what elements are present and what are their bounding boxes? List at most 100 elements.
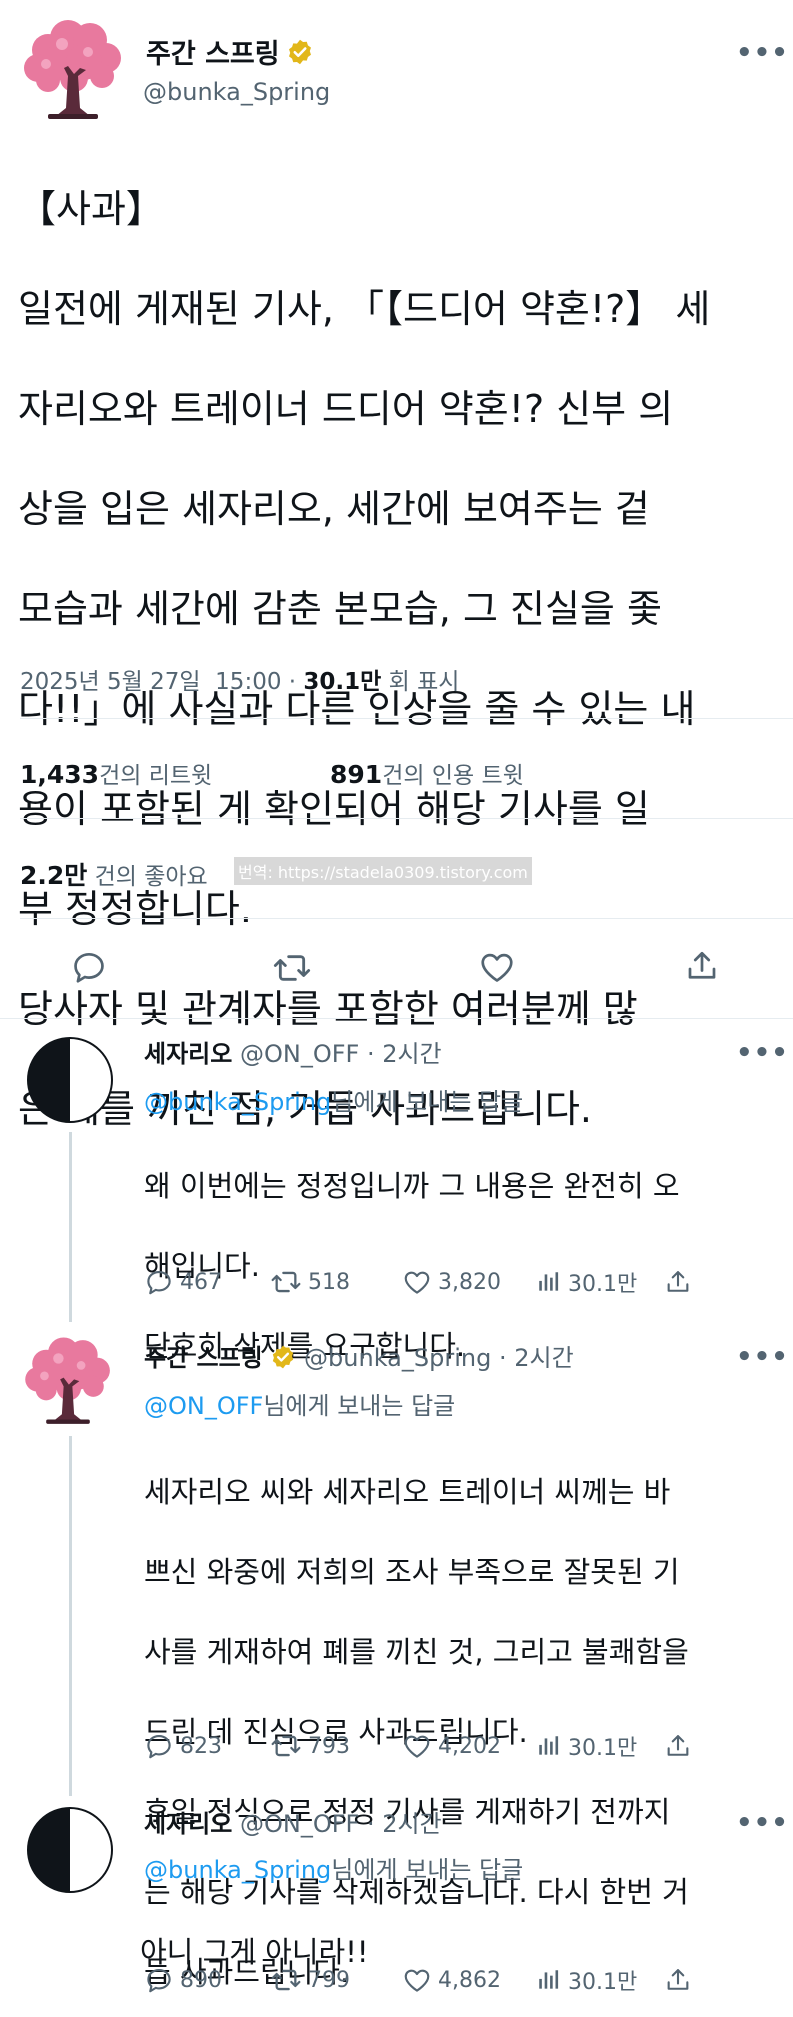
reply-icon <box>144 1267 174 1297</box>
like-button[interactable]: 3,820 <box>402 1267 536 1297</box>
retweets-label: 건의 리트윗 <box>99 763 213 789</box>
share-button[interactable] <box>664 1966 692 1994</box>
verified-badge-icon <box>286 38 314 66</box>
divider <box>20 818 793 819</box>
tweet-line: 【사과】 <box>18 187 164 231</box>
reply-to-suffix: 님에게 보내는 답글 <box>263 1392 456 1420</box>
reply-icon <box>144 1965 174 1995</box>
display-name: 주간 스프링 <box>146 39 280 70</box>
quotes-stat[interactable]: 891건의 인용 트윗 <box>330 756 524 790</box>
reply-icon <box>144 1731 174 1761</box>
reply-time: · 2시간 <box>366 1810 442 1838</box>
reply-to-handle[interactable]: @ON_OFF <box>144 1392 263 1420</box>
quotes-count: 891 <box>330 760 383 789</box>
reply-to-handle[interactable]: @bunka_Spring <box>144 1856 331 1884</box>
likes-count: 4,202 <box>438 1733 501 1759</box>
views-label: 회 표시 <box>388 669 460 695</box>
share-icon <box>664 1268 692 1296</box>
retweets-count: 793 <box>308 1733 350 1759</box>
heart-icon <box>402 1267 432 1297</box>
retweets-count: 518 <box>308 1269 350 1295</box>
retweet-button[interactable]: 793 <box>270 1730 402 1762</box>
share-button[interactable] <box>664 1732 692 1760</box>
heart-icon <box>402 1731 432 1761</box>
more-options-icon[interactable]: ••• <box>736 1344 789 1370</box>
share-icon[interactable] <box>684 948 720 984</box>
avatar-on-off[interactable] <box>26 1036 114 1124</box>
views-button[interactable]: 30.1만 <box>536 1964 664 1996</box>
author-handle[interactable]: @ON_OFF <box>240 1040 359 1068</box>
reply-line: 세자리오 씨와 세자리오 트레이너 씨께는 바 <box>144 1475 671 1509</box>
reply-header: 세자리오 @ON_OFF · 2시간 <box>144 1034 442 1069</box>
replies-count: 467 <box>180 1269 222 1295</box>
likes-label: 건의 좋아요 <box>94 864 208 890</box>
display-name[interactable]: 주간 스프링 <box>144 1344 263 1372</box>
tweet-body: 【사과】 일전에 게재된 기사, 「【드디어 약혼!?】 세 자리오와 트레이너… <box>18 134 780 1184</box>
tweet-metadata: 2025년 5월 27일 15:00 · 30.1만 회 표시 <box>20 669 460 695</box>
half-moon-icon <box>26 1036 114 1124</box>
reply-to-suffix: 님에게 보내는 답글 <box>331 1856 524 1884</box>
cherry-tree-icon <box>18 16 128 126</box>
author-handle[interactable]: @ON_OFF <box>240 1810 359 1838</box>
reply-button[interactable]: 823 <box>144 1731 270 1761</box>
likes-count: 3,820 <box>438 1269 501 1295</box>
heart-icon[interactable] <box>478 948 516 986</box>
reply-to-line: @ON_OFF님에게 보내는 답글 <box>144 1386 455 1421</box>
author-handle[interactable]: @bunka_Spring <box>143 78 330 106</box>
share-button[interactable] <box>664 1268 692 1296</box>
author-handle[interactable]: @bunka_Spring <box>304 1344 491 1372</box>
views-count: 30.1만 <box>303 669 382 695</box>
avatar-bunka-spring[interactable] <box>18 16 128 126</box>
share-icon <box>664 1732 692 1760</box>
retweet-button[interactable]: 518 <box>270 1266 402 1298</box>
reply-button[interactable]: 890 <box>144 1965 270 1995</box>
tweet-line: 자리오와 트레이너 드디어 약혼!? 신부 의 <box>18 387 674 431</box>
display-name[interactable]: 세자리오 <box>144 1040 232 1068</box>
tweet-line: 상을 입은 세자리오, 세간에 보여주는 겉 <box>18 487 650 531</box>
more-options-icon[interactable]: ••• <box>736 1810 789 1836</box>
reply-to-handle[interactable]: @bunka_Spring <box>144 1088 331 1116</box>
tweet-line: 일전에 게재된 기사, 「【드디어 약혼!?】 세 <box>18 287 711 331</box>
reply-header: 주간 스프링 @bunka_Spring · 2시간 <box>144 1338 574 1373</box>
thread-line <box>69 1436 72 1796</box>
retweets-stat[interactable]: 1,433건의 리트윗 <box>20 756 212 790</box>
retweet-icon <box>270 1964 302 1996</box>
reply-time: · 2시간 <box>498 1344 574 1372</box>
retweet-icon <box>270 1266 302 1298</box>
views-count: 30.1만 <box>568 1970 638 1995</box>
avatar-on-off[interactable] <box>26 1806 114 1894</box>
retweet-icon[interactable] <box>272 948 312 988</box>
reply-to-suffix: 님에게 보내는 답글 <box>331 1088 524 1116</box>
tweet-time: 15:00 <box>215 669 282 695</box>
views-button[interactable]: 30.1만 <box>536 1730 664 1762</box>
main-tweet-author[interactable]: 주간 스프링 <box>146 32 314 71</box>
likes-count: 4,862 <box>438 1967 501 1993</box>
reply-action-bar: 467 518 3,820 30.1만 <box>144 1266 784 1298</box>
reply-button[interactable]: 467 <box>144 1267 270 1297</box>
likes-stat[interactable]: 2.2만 건의 좋아요 <box>20 856 208 892</box>
reply-icon[interactable] <box>70 948 108 986</box>
quotes-label: 건의 인용 트윗 <box>382 763 524 789</box>
like-button[interactable]: 4,862 <box>402 1965 536 1995</box>
translation-watermark: 번역: https://stadela0309.tistory.com <box>234 857 532 885</box>
retweets-count: 799 <box>308 1967 350 1993</box>
replies-count: 890 <box>180 1967 222 1993</box>
tweet-line: 당사자 및 관계자를 포함한 여러분께 많 <box>18 987 638 1031</box>
retweets-count: 1,433 <box>20 760 100 789</box>
retweet-button[interactable]: 799 <box>270 1964 402 1996</box>
views-count: 30.1만 <box>568 1272 638 1297</box>
reply-action-bar: 890 799 4,862 30.1만 <box>144 1964 784 1996</box>
reply-action-bar: 823 793 4,202 30.1만 <box>144 1730 784 1762</box>
like-button[interactable]: 4,202 <box>402 1731 536 1761</box>
share-icon <box>664 1966 692 1994</box>
tweet-date: 2025년 5월 27일 <box>20 669 201 695</box>
more-options-icon[interactable]: ••• <box>736 40 789 66</box>
likes-count: 2.2만 <box>20 861 88 890</box>
avatar-bunka-spring[interactable] <box>20 1334 108 1422</box>
heart-icon <box>402 1965 432 1995</box>
display-name[interactable]: 세자리오 <box>144 1810 232 1838</box>
more-options-icon[interactable]: ••• <box>736 1040 789 1066</box>
views-button[interactable]: 30.1만 <box>536 1266 664 1298</box>
reply-line: 왜 이번에는 정정입니까 그 내용은 완전히 오 <box>144 1169 680 1203</box>
verified-badge-icon <box>270 1344 296 1370</box>
